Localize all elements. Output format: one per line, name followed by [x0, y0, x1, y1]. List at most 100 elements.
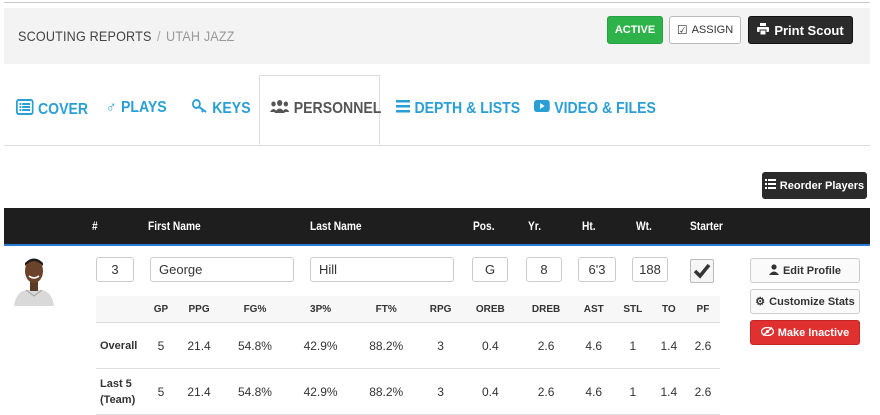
player-avatar [14, 256, 54, 306]
stat-cell: 3 [419, 368, 463, 415]
stat-header: GP [146, 296, 176, 323]
stat-cell: 54.8% [222, 322, 288, 369]
tab-keys[interactable]: KEYS [192, 99, 251, 118]
weight-field[interactable]: 188 [632, 257, 668, 282]
user-icon [768, 263, 779, 278]
check-square-icon: ☑ [676, 23, 688, 37]
stat-cell: 54.8% [222, 368, 288, 415]
make-inactive-button[interactable]: Make Inactive [750, 320, 860, 345]
stat-cell: 21.4 [175, 368, 223, 415]
stats-header-row: GP PPG FG% 3P% FT% RPG OREB DREB AST STL… [96, 296, 720, 323]
stat-cell: 5 [146, 322, 176, 369]
stat-cell: 42.9% [287, 322, 354, 369]
row-label: Overall [96, 322, 146, 369]
tab-label: DEPTH & LISTS [414, 99, 521, 117]
tab-label: COVER [38, 100, 89, 118]
breadcrumb-root[interactable]: SCOUTING REPORTS [18, 28, 152, 44]
column-header: Ht. [582, 219, 596, 233]
top-divider [4, 2, 870, 3]
last-name-field[interactable]: Hill [310, 257, 454, 282]
list-alt-icon [16, 99, 34, 120]
stat-cell: 21.4 [175, 322, 223, 369]
roster-table-header: # First Name Last Name Pos. Yr. Ht. Wt. … [4, 208, 870, 246]
stat-cell: 1 [613, 368, 652, 415]
tab-plays[interactable]: ♂ PLAYS [106, 99, 167, 117]
edit-profile-label: Edit Profile [782, 264, 842, 277]
tab-label: PERSONNEL [293, 99, 382, 117]
reorder-label: Reorder Players [779, 179, 865, 192]
table-row: Overall 5 21.4 54.8% 42.9% 88.2% 3 0.4 2… [96, 322, 720, 369]
list-icon [396, 99, 411, 118]
column-header: # [92, 219, 98, 233]
stat-header: FT% [353, 296, 420, 323]
tab-label: VIDEO & FILES [554, 99, 656, 117]
jersey-number-field[interactable]: 3 [96, 257, 134, 282]
breadcrumb-separator: / [156, 28, 161, 44]
list-icon [764, 179, 776, 192]
stat-cell: 42.9% [287, 368, 354, 415]
year-field[interactable]: 8 [526, 257, 562, 282]
customize-stats-button[interactable]: ⚙ Customize Stats [750, 289, 860, 314]
row-label: Last 5 (Team) [96, 368, 146, 415]
position-field[interactable]: G [472, 257, 508, 282]
column-header: Pos. [473, 219, 495, 233]
stat-cell: 2.6 [518, 322, 574, 369]
column-header: Wt. [636, 219, 652, 233]
make-inactive-label: Make Inactive [777, 326, 850, 339]
stats-label-header [96, 296, 146, 323]
tab-label: KEYS [212, 99, 251, 117]
tab-depth-lists[interactable]: DEPTH & LISTS [396, 99, 520, 118]
height-field[interactable]: 6'3 [578, 257, 616, 282]
male-icon: ♂ [106, 99, 117, 116]
stat-header: STL [613, 296, 652, 323]
active-status-button[interactable]: ACTIVE [607, 16, 663, 44]
stat-header: PPG [175, 296, 223, 323]
report-tabs: COVER ♂ PLAYS KEYS PERSONNEL DEPTH & LIS… [4, 75, 870, 146]
breadcrumb: SCOUTING REPORTS / UTAH JAZZ [18, 28, 235, 44]
stat-header: 3P% [287, 296, 354, 323]
print-scout-button[interactable]: Print Scout [748, 16, 853, 44]
stat-header: TO [651, 296, 686, 323]
stat-header: RPG [419, 296, 463, 323]
stat-cell: 4.6 [573, 368, 614, 415]
group-icon [270, 99, 290, 118]
stat-cell: 1.4 [651, 322, 686, 369]
column-header: Starter [690, 219, 723, 233]
column-header: Last Name [310, 219, 362, 233]
first-name-field[interactable]: George [150, 257, 294, 282]
stat-header: DREB [518, 296, 574, 323]
starter-checkbox[interactable] [690, 259, 714, 283]
tab-personnel[interactable]: PERSONNEL [270, 99, 381, 118]
column-header: Yr. [528, 219, 542, 233]
stat-cell: 0.4 [462, 368, 519, 415]
stat-cell: 1 [613, 322, 652, 369]
tab-video-files[interactable]: VIDEO & FILES [534, 99, 656, 118]
stat-cell: 88.2% [353, 368, 420, 415]
reorder-players-button[interactable]: Reorder Players [762, 172, 867, 199]
stat-cell: 5 [146, 368, 176, 415]
table-row: Last 5 (Team) 5 21.4 54.8% 42.9% 88.2% 3… [96, 368, 720, 415]
stat-cell: 0.4 [462, 322, 519, 369]
check-icon [691, 263, 713, 286]
stat-cell: 2.6 [518, 368, 574, 415]
edit-profile-button[interactable]: Edit Profile [750, 258, 860, 283]
print-icon [757, 22, 770, 38]
eye-slash-icon [760, 326, 774, 339]
stat-cell: 1.4 [651, 368, 686, 415]
print-label: Print Scout [774, 22, 844, 38]
stat-cell: 4.6 [573, 322, 614, 369]
stat-cell: 2.6 [685, 368, 720, 415]
tab-cover[interactable]: COVER [16, 99, 88, 120]
key-icon [192, 99, 208, 118]
stat-cell: 88.2% [353, 322, 420, 369]
gear-icon: ⚙ [755, 296, 766, 308]
stat-cell: 3 [419, 322, 463, 369]
breadcrumb-team: UTAH JAZZ [166, 28, 235, 44]
stat-header: AST [573, 296, 614, 323]
stat-cell: 2.6 [685, 322, 720, 369]
stat-header: FG% [222, 296, 288, 323]
assign-button[interactable]: ☑ ASSIGN [669, 16, 741, 44]
assign-label: ASSIGN [691, 24, 734, 36]
column-header: First Name [148, 219, 201, 233]
player-stats-table: GP PPG FG% 3P% FT% RPG OREB DREB AST STL… [96, 296, 720, 415]
